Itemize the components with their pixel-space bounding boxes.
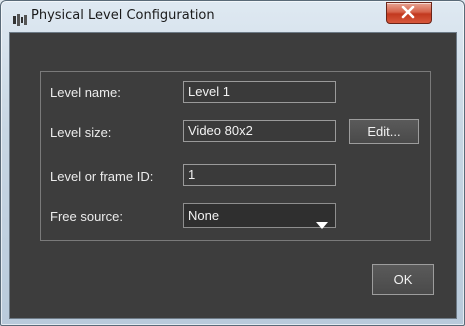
window-title: Physical Level Configuration (31, 8, 215, 23)
free-source-label: Free source: (50, 209, 123, 224)
app-icon (13, 11, 27, 26)
free-source-select[interactable]: None (183, 203, 336, 229)
level-or-frame-id-label: Level or frame ID: (50, 169, 154, 184)
ok-button[interactable]: OK (372, 264, 434, 295)
close-button[interactable] (386, 2, 432, 24)
level-size-value: Video 80x2 (183, 120, 336, 142)
level-size-label: Level size: (50, 125, 112, 140)
free-source-value: None (188, 208, 220, 223)
dialog-content: Level name: Level 1 Level size: Video 80… (9, 32, 457, 319)
chevron-down-icon (316, 213, 328, 236)
level-name-input[interactable]: Level 1 (183, 81, 336, 103)
edit-button[interactable]: Edit... (349, 119, 419, 144)
level-name-label: Level name: (50, 85, 121, 100)
level-or-frame-id-input[interactable]: 1 (183, 164, 336, 186)
title-bar[interactable]: Physical Level Configuration (1, 1, 464, 29)
dialog-window: Physical Level Configuration Level name:… (0, 0, 465, 326)
close-icon (401, 6, 415, 19)
